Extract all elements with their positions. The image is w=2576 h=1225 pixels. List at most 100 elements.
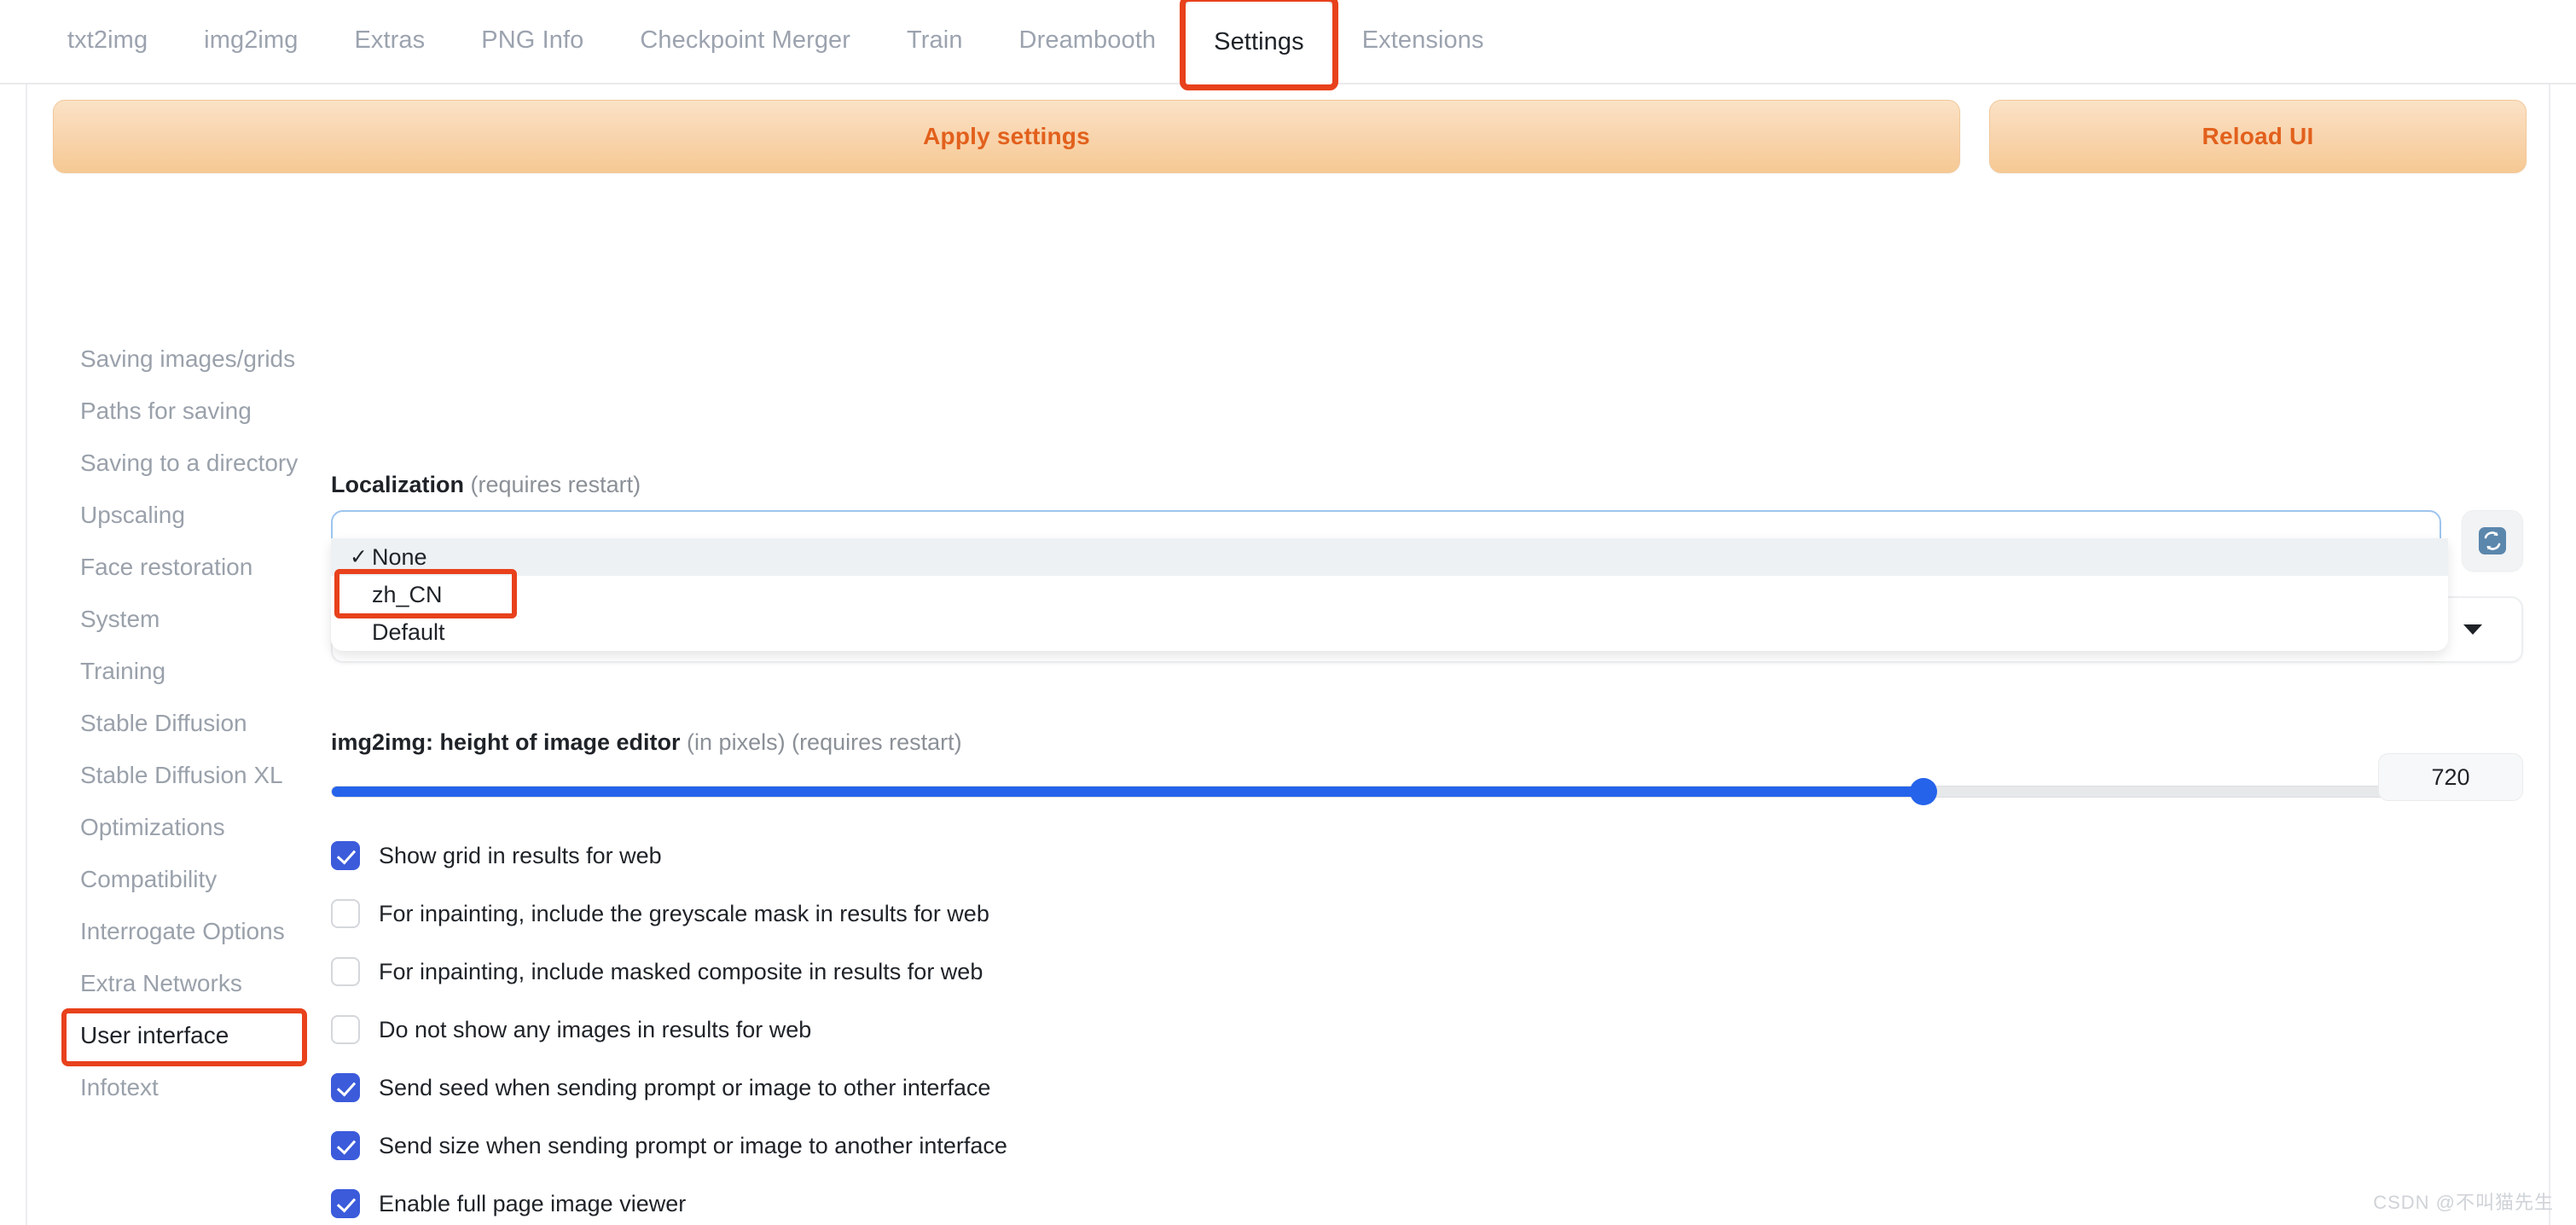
localization-label: Localization (requires restart) <box>331 472 2523 498</box>
localization-setting: Localization (requires restart) ✓ None z… <box>331 472 2523 663</box>
tab-txt2img[interactable]: txt2img <box>39 0 176 81</box>
localization-option-label: None <box>372 543 427 570</box>
image-editor-height-slider[interactable] <box>331 778 2445 805</box>
sidebar-item-label: Paths for saving <box>80 398 252 424</box>
checkbox-row[interactable]: For inpainting, include the greyscale ma… <box>331 885 2523 943</box>
sidebar-item-compatibility[interactable]: Compatibility <box>75 861 305 898</box>
sidebar-item-system[interactable]: System <box>75 601 305 638</box>
watermark: CSDN @不叫猫先生 <box>2373 1192 2554 1213</box>
localization-label-note: (requires restart) <box>470 472 641 497</box>
sidebar-item-interrogate-options[interactable]: Interrogate Options <box>75 913 305 950</box>
checkbox-label: Send seed when sending prompt or image t… <box>379 1074 991 1100</box>
tab-settings[interactable]: Settings <box>1180 0 1338 90</box>
sidebar-item-label: Extra Networks <box>80 970 242 996</box>
sidebar-item-label: Compatibility <box>80 866 218 892</box>
checkbox-input[interactable] <box>331 899 360 928</box>
sidebar-item-label: Interrogate Options <box>80 918 285 944</box>
sidebar-item-optimizations[interactable]: Optimizations <box>75 809 305 846</box>
localization-option-none[interactable]: ✓ None <box>331 538 2448 576</box>
checkbox-input[interactable] <box>331 957 360 986</box>
tab-extras[interactable]: Extras <box>326 0 453 81</box>
settings-panel: Apply settings Reload UI Saving images/g… <box>26 84 2550 1225</box>
sidebar-item-face-restoration[interactable]: Face restoration <box>75 549 305 586</box>
checkbox-row[interactable]: Send size when sending prompt or image t… <box>331 1117 2523 1175</box>
checkbox-label: Show grid in results for web <box>379 842 662 868</box>
sidebar-item-label: Optimizations <box>80 814 225 840</box>
sidebar-item-saving-to-a-directory[interactable]: Saving to a directory <box>75 444 305 482</box>
main-tab-bar: txt2img img2img Extras PNG Info Checkpoint M… <box>0 0 2576 90</box>
sidebar-item-label: Stable Diffusion <box>80 710 247 736</box>
tab-label: Extras <box>354 26 426 54</box>
sidebar-item-infotext[interactable]: Infotext <box>75 1069 305 1106</box>
localization-option-default[interactable]: Default <box>331 613 2448 651</box>
settings-page: txt2img img2img Extras PNG Info Checkpoint M… <box>0 0 2576 1225</box>
sidebar-item-extra-networks[interactable]: Extra Networks <box>75 965 305 1002</box>
settings-body: Saving images/grids Paths for saving Savin… <box>27 185 2549 1224</box>
checkbox-label: Enable full page image viewer <box>379 1190 687 1216</box>
image-editor-height-value[interactable]: 720 <box>2378 753 2523 801</box>
sidebar-item-paths-for-saving[interactable]: Paths for saving <box>75 392 305 430</box>
sidebar-item-upscaling[interactable]: Upscaling <box>75 496 305 534</box>
reload-ui-button[interactable]: Reload UI <box>1989 100 2527 173</box>
checkbox-label: Send size when sending prompt or image t… <box>379 1132 1007 1158</box>
sidebar-item-label: Saving to a directory <box>80 450 299 476</box>
checkbox-row[interactable]: Enable full page image viewer <box>331 1175 2523 1225</box>
checkbox-row[interactable]: Send seed when sending prompt or image t… <box>331 1059 2523 1117</box>
localization-option-label: zh_CN <box>372 581 443 607</box>
sidebar-item-user-interface[interactable]: User interface <box>61 1008 307 1066</box>
localization-option-label: Default <box>372 618 445 645</box>
checkbox-input[interactable] <box>331 841 360 870</box>
tab-checkpoint-merger[interactable]: Checkpoint Merger <box>612 0 879 81</box>
slider-fill <box>332 787 1927 797</box>
chevron-down-icon <box>2463 624 2482 635</box>
tab-dreambooth[interactable]: Dreambooth <box>991 0 1185 81</box>
checkbox-label: For inpainting, include masked composite… <box>379 958 983 984</box>
tab-label: Dreambooth <box>1018 26 1157 54</box>
check-icon: ✓ <box>350 545 368 569</box>
sidebar-item-label: Stable Diffusion XL <box>80 762 283 788</box>
checkbox-row[interactable]: Do not show any images in results for we… <box>331 1001 2523 1059</box>
tab-png-info[interactable]: PNG Info <box>453 0 612 81</box>
sidebar-item-label: Saving images/grids <box>80 345 296 372</box>
checkbox-input[interactable] <box>331 1015 360 1044</box>
checkbox-label: Do not show any images in results for we… <box>379 1016 812 1042</box>
sidebar-item-label: Face restoration <box>80 554 253 580</box>
image-editor-height-setting: img2img: height of image editor (in pixe… <box>331 729 2523 805</box>
tab-label: img2img <box>204 26 299 54</box>
sidebar-item-label: User interface <box>80 1022 229 1048</box>
sidebar-item-stable-diffusion-xl[interactable]: Stable Diffusion XL <box>75 757 305 794</box>
image-editor-height-label-text: img2img: height of image editor <box>331 729 681 755</box>
image-editor-height-label: img2img: height of image editor (in pixe… <box>331 729 2523 756</box>
checkbox-label: For inpainting, include the greyscale ma… <box>379 900 989 926</box>
slider-thumb[interactable] <box>1910 778 1937 805</box>
tab-label: txt2img <box>67 26 148 54</box>
tab-train[interactable]: Train <box>879 0 991 81</box>
refresh-icon <box>2479 527 2507 554</box>
apply-settings-button[interactable]: Apply settings <box>53 100 1960 173</box>
refresh-localization-button[interactable] <box>2462 510 2523 572</box>
checkbox-row[interactable]: For inpainting, include masked composite… <box>331 943 2523 1001</box>
image-editor-height-label-note: (in pixels) (requires restart) <box>687 729 962 755</box>
sidebar-item-stable-diffusion[interactable]: Stable Diffusion <box>75 705 305 742</box>
tab-extensions[interactable]: Extensions <box>1334 0 1512 81</box>
checkbox-input[interactable] <box>331 1073 360 1102</box>
settings-category-sidebar: Saving images/grids Paths for saving Savin… <box>61 340 331 1121</box>
sidebar-item-label: Training <box>80 658 166 684</box>
sidebar-item-label: Infotext <box>80 1074 159 1100</box>
sidebar-item-label: System <box>80 606 160 632</box>
ui-checkbox-list: Show grid in results for web For inpainti… <box>331 827 2523 1225</box>
localization-options-list: ✓ None zh_CN Default <box>331 538 2448 651</box>
checkbox-row[interactable]: Show grid in results for web <box>331 827 2523 885</box>
tab-label: PNG Info <box>481 26 584 54</box>
settings-action-bar: Apply settings Reload UI <box>53 100 2527 173</box>
tab-label: Train <box>907 26 963 54</box>
sidebar-item-saving-images-grids[interactable]: Saving images/grids <box>75 340 305 378</box>
sidebar-item-training[interactable]: Training <box>75 653 305 690</box>
localization-label-text: Localization <box>331 472 465 497</box>
localization-option-zh-cn[interactable]: zh_CN <box>331 569 2448 618</box>
tab-label: Extensions <box>1361 26 1484 54</box>
checkbox-input[interactable] <box>331 1131 360 1160</box>
tab-img2img[interactable]: img2img <box>176 0 326 81</box>
tab-label: Settings <box>1214 28 1304 55</box>
checkbox-input[interactable] <box>331 1189 360 1218</box>
